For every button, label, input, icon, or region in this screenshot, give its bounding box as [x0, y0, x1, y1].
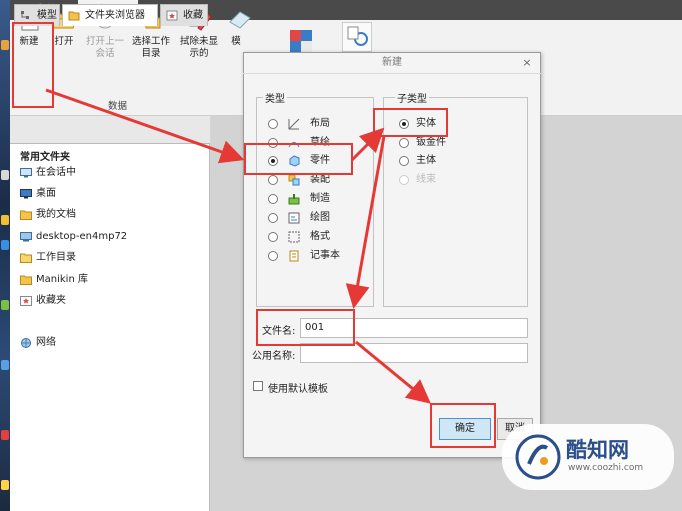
coozhi-logo-icon — [515, 434, 561, 480]
arrow-part-to-solid — [350, 127, 385, 162]
arrow-filename-to-ok — [355, 340, 431, 404]
watermark-url: www.coozhi.com — [568, 463, 644, 473]
arrow-solid-to-filename — [345, 135, 386, 309]
arrow-new-to-part — [45, 88, 245, 164]
watermark-name: 酷知网 — [566, 438, 629, 462]
